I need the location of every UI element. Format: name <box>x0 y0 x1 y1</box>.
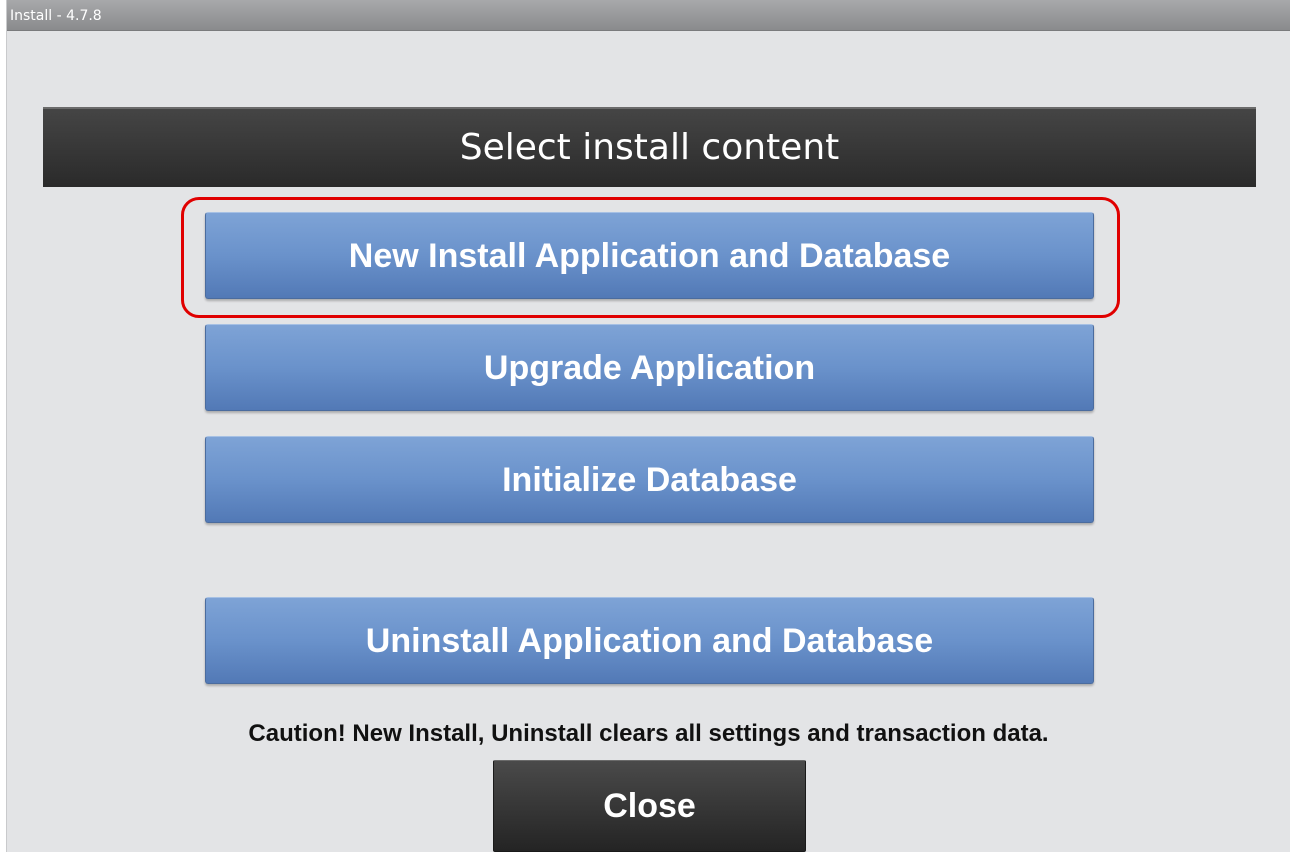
section-header-title: Select install content <box>459 127 840 168</box>
upgrade-application-button-label: Upgrade Application <box>483 348 816 387</box>
install-dialog: Install - 4.7.8 Select install content N… <box>6 0 1290 852</box>
new-install-button-label: New Install Application and Database <box>348 236 951 275</box>
initialize-database-button[interactable]: Initialize Database <box>205 436 1094 523</box>
close-button[interactable]: Close <box>493 760 806 852</box>
window-title: Install - 4.7.8 <box>10 8 102 24</box>
uninstall-button-label: Uninstall Application and Database <box>365 621 934 660</box>
uninstall-button[interactable]: Uninstall Application and Database <box>205 597 1094 684</box>
new-install-button[interactable]: New Install Application and Database <box>205 212 1094 299</box>
title-bar: Install - 4.7.8 <box>7 0 1290 31</box>
section-header: Select install content <box>43 107 1256 187</box>
close-button-label: Close <box>603 787 696 825</box>
upgrade-application-button[interactable]: Upgrade Application <box>205 324 1094 411</box>
caution-message: Caution! New Install, Uninstall clears a… <box>248 720 1049 747</box>
initialize-database-button-label: Initialize Database <box>502 460 797 499</box>
